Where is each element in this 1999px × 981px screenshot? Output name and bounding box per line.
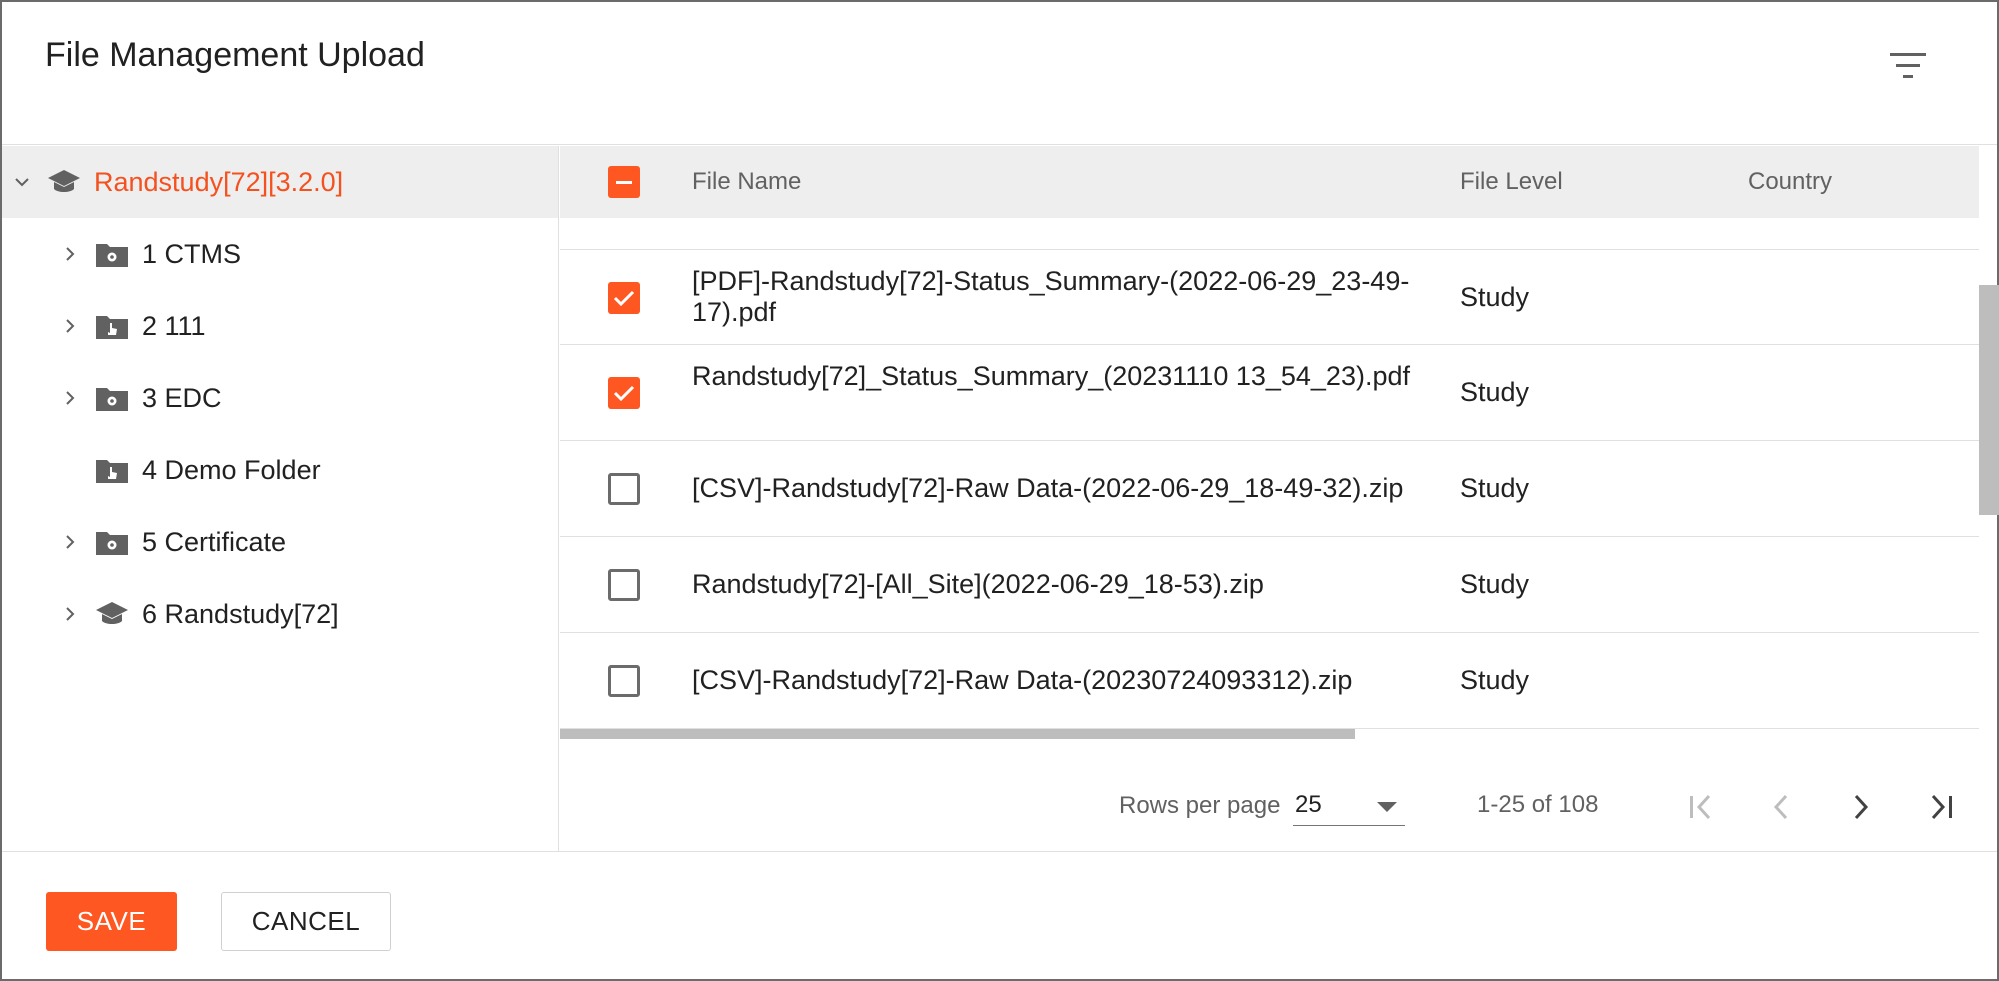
save-button[interactable]: SAVE [46, 892, 177, 951]
column-header-file-level[interactable]: File Level [1460, 168, 1563, 196]
folder-pointer-icon [96, 460, 128, 483]
folder-gear-icon [96, 244, 128, 267]
rows-per-page-select[interactable]: 25 [1293, 788, 1405, 826]
file-name-cell: [PDF]-Randstudy[72]-Status_Summary-(2022… [692, 266, 1410, 327]
tree-item-label: 5 Certificate [142, 527, 287, 557]
chevron-right-icon[interactable] [58, 602, 82, 626]
select-all-checkbox[interactable] [608, 166, 640, 198]
tree-item-label: 2 111 [142, 311, 206, 341]
page-range: 1-25 of 108 [1477, 791, 1599, 818]
last-page-icon[interactable] [1921, 787, 1961, 827]
file-level-cell: Study [1460, 473, 1530, 503]
tree-item-randstudy[interactable]: 6 Randstudy[72] [2, 578, 558, 650]
vertical-scrollbar[interactable] [1979, 285, 1999, 515]
tree-item-label: 3 EDC [142, 383, 222, 413]
tree-item-ctms[interactable]: 1 CTMS [2, 218, 558, 290]
column-header-file-name[interactable]: File Name [692, 168, 801, 196]
next-page-icon[interactable] [1841, 787, 1881, 827]
tree-root-label: Randstudy[72][3.2.0] [94, 167, 344, 197]
chevron-right-icon[interactable] [58, 242, 82, 266]
row-checkbox[interactable] [608, 569, 640, 601]
tree-item-111[interactable]: 2 111 [2, 290, 558, 362]
folder-gear-icon [96, 532, 128, 555]
dialog-header: File Management Upload [2, 2, 1997, 145]
dropdown-arrow-icon [1377, 802, 1397, 812]
tree-item-label: 4 Demo Folder [142, 455, 321, 485]
column-header-country[interactable]: Country [1748, 168, 1832, 196]
pagination: Rows per page 25 1-25 of 108 [560, 746, 1979, 851]
folder-pointer-icon [96, 316, 128, 339]
tree-item-label: 6 Randstudy[72] [142, 599, 339, 629]
file-name-cell: [CSV]-Randstudy[72]-Raw Data-(2023072409… [692, 665, 1353, 695]
folder-tree: Randstudy[72][3.2.0] 1 CTMS 2 111 3 EDC … [2, 146, 559, 851]
graduation-cap-icon [48, 170, 80, 192]
file-level-cell: Study [1460, 569, 1530, 599]
table-row[interactable]: [PDF]-Randstudy[72]-Status_Summary-(2022… [560, 249, 1979, 345]
tree-item-certificate[interactable]: 5 Certificate [2, 506, 558, 578]
previous-page-icon[interactable] [1761, 787, 1801, 827]
row-checkbox[interactable] [608, 665, 640, 697]
tree-item-label: 1 CTMS [142, 239, 242, 269]
file-management-upload-dialog: File Management Upload Randstudy[72][3.2… [0, 0, 1999, 981]
file-level-cell: Study [1460, 377, 1530, 407]
first-page-icon[interactable] [1681, 787, 1721, 827]
rows-per-page-value: 25 [1295, 791, 1322, 818]
graduation-cap-icon [96, 602, 128, 624]
tree-item-edc[interactable]: 3 EDC [2, 362, 558, 434]
tree-root-item[interactable]: Randstudy[72][3.2.0] [2, 146, 558, 218]
rows-per-page-label: Rows per page [1119, 792, 1281, 819]
chevron-right-icon[interactable] [58, 530, 82, 554]
table-header: File Name File Level Country [560, 146, 1979, 218]
chevron-right-icon[interactable] [58, 314, 82, 338]
chevron-down-icon[interactable] [10, 170, 34, 194]
file-level-cell: Study [1460, 665, 1530, 695]
horizontal-scrollbar[interactable] [560, 729, 1355, 739]
table-row[interactable]: Randstudy[72]-[All_Site](2022-06-29_18-5… [560, 537, 1979, 633]
file-name-cell: [CSV]-Randstudy[72]-Raw Data-(2022-06-29… [692, 473, 1404, 503]
table-row[interactable]: Randstudy[72]_Status_Summary_(20231110 1… [560, 345, 1979, 441]
row-checkbox[interactable] [608, 282, 640, 314]
row-checkbox[interactable] [608, 473, 640, 505]
filter-icon[interactable] [1884, 46, 1932, 86]
chevron-right-icon[interactable] [58, 386, 82, 410]
table-row[interactable]: [CSV]-Randstudy[72]-Raw Data-(2022-06-29… [560, 441, 1979, 537]
table-row[interactable]: [CSV]-Randstudy[72]-Raw Data-(2023072409… [560, 633, 1979, 729]
tree-item-demo-folder[interactable]: 4 Demo Folder [2, 434, 558, 506]
file-name-cell: Randstudy[72]-[All_Site](2022-06-29_18-5… [692, 569, 1264, 599]
file-name-cell: Randstudy[72]_Status_Summary_(20231110 1… [692, 361, 1410, 391]
folder-gear-icon [96, 388, 128, 411]
dialog-title: File Management Upload [45, 36, 425, 74]
row-checkbox[interactable] [608, 377, 640, 409]
cancel-button[interactable]: CANCEL [221, 892, 391, 951]
dialog-footer: SAVE CANCEL [2, 851, 1997, 981]
file-table: File Name File Level Country [PDF]-Rands… [560, 146, 1999, 851]
file-level-cell: Study [1460, 282, 1530, 312]
